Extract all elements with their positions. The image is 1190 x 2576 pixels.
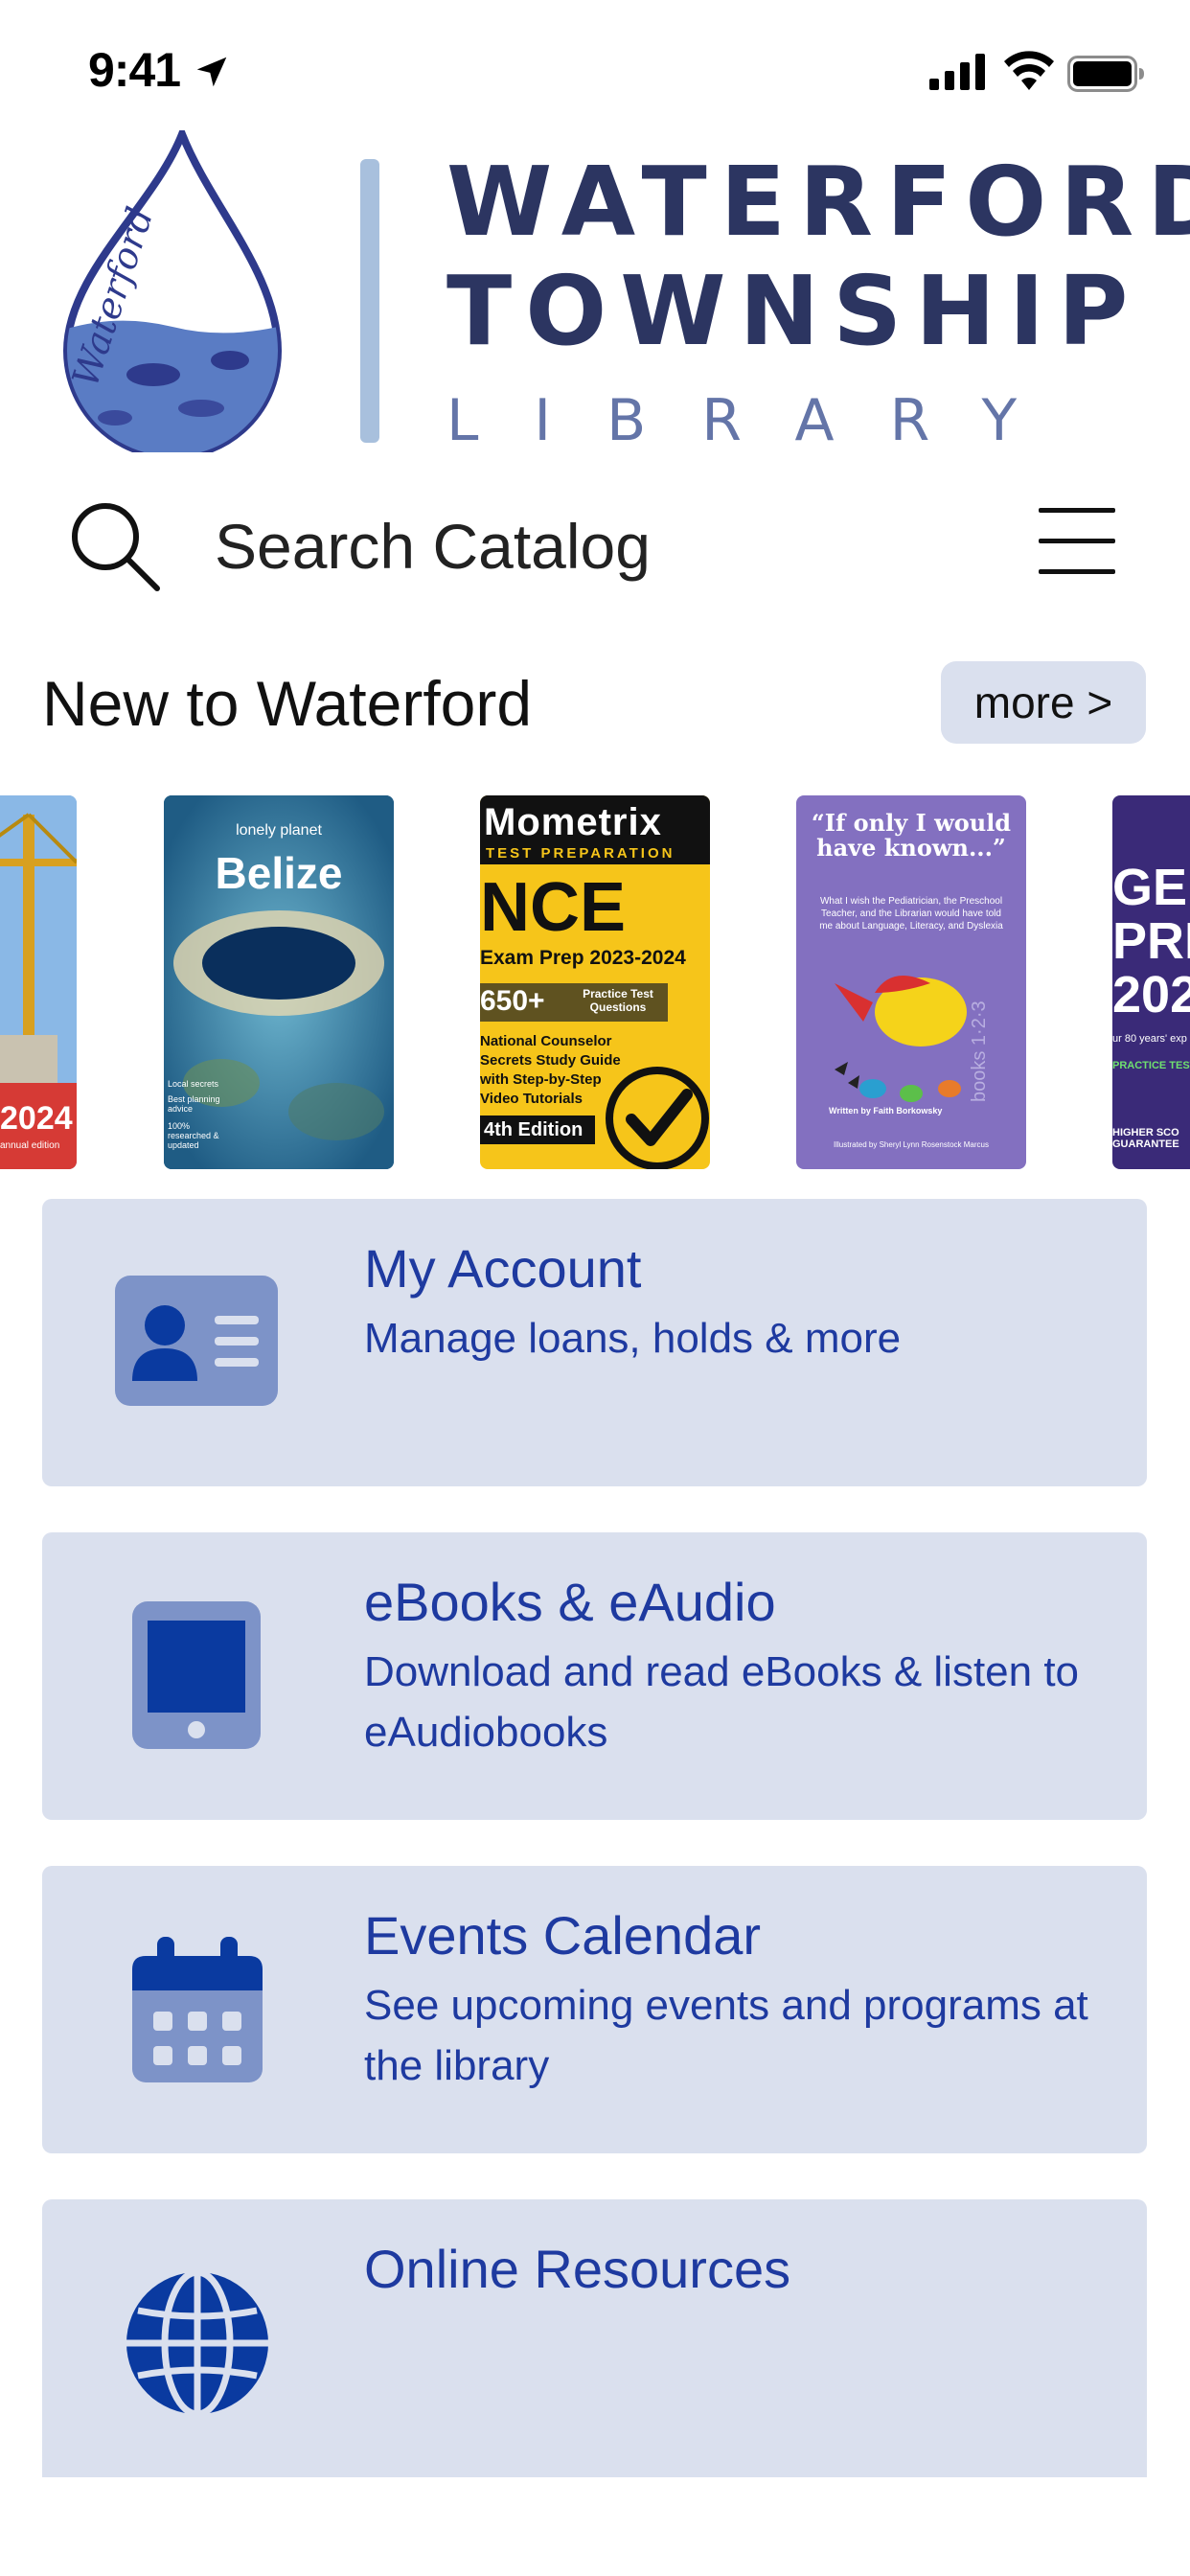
section-title: New to Waterford (42, 668, 533, 739)
book-footer: HIGHER SCO GUARANTEE (1112, 1127, 1179, 1150)
cellular-signal-icon (929, 54, 985, 90)
logo-line-township: TOWNSHIP (446, 255, 1142, 367)
library-logo[interactable]: Waterford WATERFORD TOWNSHIP LIBRARY (0, 125, 1190, 460)
checkmark-badge-icon (606, 1067, 709, 1169)
water-drop-logo-icon: Waterford (62, 130, 283, 452)
book-cover[interactable]: 2024 annual edition (0, 795, 77, 1169)
book-line: National Counselor (480, 1033, 612, 1049)
search-icon[interactable] (67, 498, 163, 594)
more-button[interactable]: more > (941, 661, 1146, 744)
book-tag: TEST PREPARATION (486, 845, 675, 862)
globe-icon (126, 2268, 268, 2418)
logo-line-waterford: WATERFORD (446, 146, 1190, 258)
book-edition: 4th Edition (484, 1119, 584, 1140)
location-arrow-icon (196, 57, 227, 87)
book-blurb: 100% researched & updated (168, 1121, 219, 1150)
book-publisher: lonely planet (236, 822, 322, 839)
ebooks-tile[interactable]: eBooks & eAudio Download and read eBooks… (42, 1532, 1147, 1820)
book-illustrator: Illustrated by Sheryl Lynn Rosenstock Ma… (834, 1140, 989, 1149)
book-cover[interactable]: Mometrix TEST PREPARATION NCE Exam Prep … (480, 795, 710, 1169)
id-card-icon (115, 1276, 278, 1406)
logo-divider (360, 159, 379, 443)
book-badge-text: Practice Test Questions (583, 987, 653, 1014)
tile-description: Manage loans, holds & more (364, 1315, 902, 1362)
book-blurb: Local secrets (168, 1079, 219, 1089)
tile-description: Download and read eBooks & listen to eAu… (364, 1648, 1080, 1756)
book-quote: “If only I would have known...” (811, 809, 1012, 862)
book-line: Secrets Study Guide (480, 1052, 621, 1069)
book-subtitle: Exam Prep 2023-2024 (480, 947, 686, 969)
book-small-text: ur 80 years' exp (1112, 1033, 1187, 1045)
book-cover-subtext: annual edition (0, 1140, 60, 1151)
book-badge: 650+ (480, 985, 545, 1017)
book-line: with Step-by-Step (480, 1071, 602, 1088)
book-side-text: books 1·2·3 (969, 1000, 990, 1102)
book-brand: Mometrix (484, 801, 662, 843)
online-resources-tile[interactable]: Online Resources (42, 2199, 1147, 2477)
tile-description: See upcoming events and programs at the … (364, 1982, 1088, 2089)
battery-icon (1067, 56, 1144, 92)
book-cover[interactable]: lonely planet Belize Local secrets Best … (164, 795, 394, 1169)
book-cover[interactable]: GED PRE 2024 ur 80 years' exp PRACTICE T… (1112, 795, 1190, 1169)
book-line: 2024 (1112, 966, 1190, 1024)
tile-title: Online Resources (364, 2239, 791, 2299)
book-subtext: What I wish the Pediatrician, the Presch… (819, 896, 1003, 932)
new-items-carousel[interactable]: 2024 annual edition lonely planet Belize… (0, 795, 1190, 1169)
wifi-icon (1004, 51, 1054, 90)
calendar-icon (132, 1937, 263, 2082)
tile-title: My Account (364, 1238, 642, 1299)
book-cover-year: 2024 (0, 1100, 73, 1137)
book-tag: PRACTICE TESTS + (1112, 1060, 1190, 1071)
tile-title: eBooks & eAudio (364, 1572, 776, 1632)
search-input[interactable] (215, 506, 981, 586)
book-cover-title: NCE (480, 869, 627, 946)
book-cover[interactable]: “If only I would have known...” What I w… (796, 795, 1026, 1169)
events-calendar-tile[interactable]: Events Calendar See upcoming events and … (42, 1866, 1147, 2153)
book-line: GED (1112, 859, 1190, 916)
book-blurb: Best planning advice (168, 1094, 220, 1114)
book-cover-title: Belize (215, 848, 343, 898)
my-account-tile[interactable]: My Account Manage loans, holds & more (42, 1199, 1147, 1486)
book-author: Written by Faith Borkowsky (829, 1106, 943, 1116)
status-time: 9:41 (88, 43, 181, 97)
book-line: PRE (1112, 912, 1190, 970)
book-line: Video Tutorials (480, 1091, 583, 1107)
tablet-icon (132, 1601, 261, 1749)
hamburger-menu-icon[interactable] (1039, 506, 1119, 577)
search-bar (0, 479, 1190, 613)
tile-title: Events Calendar (364, 1905, 762, 1966)
logo-line-library: LIBRARY (446, 387, 1073, 454)
status-bar: 9:41 (0, 0, 1190, 144)
